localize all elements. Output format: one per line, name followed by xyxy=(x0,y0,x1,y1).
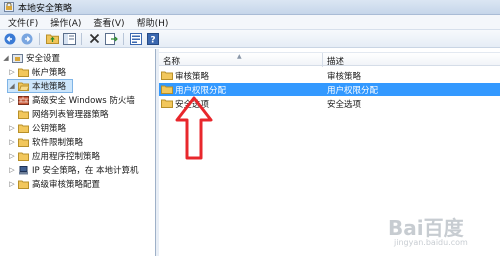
folder-icon xyxy=(18,110,29,119)
list-item-name: 用户权限分配 xyxy=(175,86,227,96)
export-list-icon[interactable] xyxy=(104,32,118,46)
help-icon[interactable]: ? xyxy=(146,32,160,46)
tree-item-label: 本地策略 xyxy=(32,82,67,92)
toolbar-separator xyxy=(81,32,82,45)
tree-item-app-control[interactable]: ▷ 应用程序控制策略 xyxy=(8,150,100,162)
annotation-arrow-icon xyxy=(175,96,213,160)
expand-icon[interactable]: ▷ xyxy=(8,138,16,146)
menu-action[interactable]: 操作(A) xyxy=(44,16,87,29)
tree-item-firewall[interactable]: ▷ 高级安全 Windows 防火墙 xyxy=(8,94,135,106)
tree-item-network-list-policies[interactable]: 网络列表管理器策略 xyxy=(8,108,109,120)
folder-open-icon xyxy=(18,82,29,91)
watermark-text: Bai百度 xyxy=(388,216,464,240)
menu-file[interactable]: 文件(F) xyxy=(2,16,44,29)
column-description[interactable]: 描述 xyxy=(327,55,344,67)
security-settings-icon xyxy=(12,53,23,63)
ip-security-icon xyxy=(19,165,28,174)
tree-item-label: 帐户策略 xyxy=(32,68,67,78)
sort-ascending-icon: ▲ xyxy=(237,53,242,60)
tree-item-label: 高级审核策略配置 xyxy=(32,180,101,190)
folder-icon xyxy=(18,68,29,77)
properties-icon[interactable] xyxy=(129,32,143,46)
list-item-name: 审核策略 xyxy=(175,72,210,82)
tree-item-local-policies[interactable]: ◢ 本地策略 xyxy=(7,79,73,93)
column-header: ▲ 名称 描述 xyxy=(159,52,500,67)
tree-item-label: 软件限制策略 xyxy=(32,138,84,148)
folder-icon xyxy=(161,85,173,94)
svg-text:?: ? xyxy=(150,35,155,45)
toolbar-separator xyxy=(39,32,40,45)
back-arrow-icon[interactable] xyxy=(3,32,17,46)
expand-icon[interactable]: ▷ xyxy=(8,152,16,160)
menu-view[interactable]: 查看(V) xyxy=(87,16,130,29)
title-bar: 本地安全策略 xyxy=(0,0,500,15)
collapse-icon[interactable]: ◢ xyxy=(2,54,10,62)
up-folder-icon[interactable] xyxy=(45,32,59,46)
column-divider[interactable] xyxy=(322,53,323,67)
list-item-audit-policy[interactable]: 审核策略 审核策略 xyxy=(159,69,500,82)
menu-help[interactable]: 帮助(H) xyxy=(131,16,175,29)
folder-icon xyxy=(18,152,29,161)
forward-arrow-icon[interactable] xyxy=(20,32,34,46)
expand-icon[interactable]: ▷ xyxy=(8,180,16,188)
toolbar-separator xyxy=(123,32,124,45)
list-item-description: 安全选项 xyxy=(327,100,362,110)
security-policy-app-icon xyxy=(4,2,14,12)
window-title: 本地安全策略 xyxy=(18,3,73,14)
watermark-subtext: jingyan.baidu.com xyxy=(394,238,468,247)
folder-icon xyxy=(18,124,29,133)
tree-item-label: 高级安全 Windows 防火墙 xyxy=(32,96,135,106)
collapse-icon[interactable]: ◢ xyxy=(8,82,16,90)
list-item-description: 用户权限分配 xyxy=(327,86,379,96)
tree-item-label: 应用程序控制策略 xyxy=(32,152,101,162)
tree-item-account-policies[interactable]: ▷ 帐户策略 xyxy=(8,66,66,78)
tree-item-software-restriction[interactable]: ▷ 软件限制策略 xyxy=(8,136,83,148)
tree-item-ip-security[interactable]: ▷ IP 安全策略，在 本地计算机 xyxy=(8,164,139,176)
toolbar: ? xyxy=(0,30,500,48)
expand-icon[interactable]: ▷ xyxy=(8,124,16,132)
tree-item-label: 公钥策略 xyxy=(32,124,67,134)
tree-item-security-settings[interactable]: ◢ 安全设置 xyxy=(2,52,60,64)
tree-item-label: 网络列表管理器策略 xyxy=(32,110,109,120)
expand-icon[interactable]: ▷ xyxy=(8,166,16,174)
tree-item-public-key-policies[interactable]: ▷ 公钥策略 xyxy=(8,122,66,134)
delete-icon[interactable] xyxy=(87,32,101,46)
list-item-description: 审核策略 xyxy=(327,72,362,82)
tree-item-label: IP 安全策略，在 本地计算机 xyxy=(32,166,139,176)
column-name[interactable]: 名称 xyxy=(163,55,180,67)
firewall-icon xyxy=(18,95,29,105)
menu-bar: 文件(F) 操作(A) 查看(V) 帮助(H) xyxy=(0,15,500,30)
show-hide-tree-icon[interactable] xyxy=(62,32,76,46)
expand-icon[interactable]: ▷ xyxy=(8,96,16,104)
folder-icon xyxy=(161,71,173,80)
tree-item-label: 安全设置 xyxy=(26,54,61,64)
expand-icon[interactable]: ▷ xyxy=(8,68,16,76)
folder-icon xyxy=(161,99,173,108)
tree-pane: ◢ 安全设置 ▷ 帐户策略 ◢ 本地策略 ▷ 高级安全 Windows 防火墙 … xyxy=(0,49,156,256)
folder-icon xyxy=(18,180,29,189)
list-item-user-rights[interactable]: 用户权限分配 用户权限分配 xyxy=(159,83,500,96)
watermark-logo: Bai百度 jingyan.baidu.com xyxy=(388,212,498,252)
folder-icon xyxy=(18,138,29,147)
tree-item-advanced-audit[interactable]: ▷ 高级审核策略配置 xyxy=(8,178,100,190)
